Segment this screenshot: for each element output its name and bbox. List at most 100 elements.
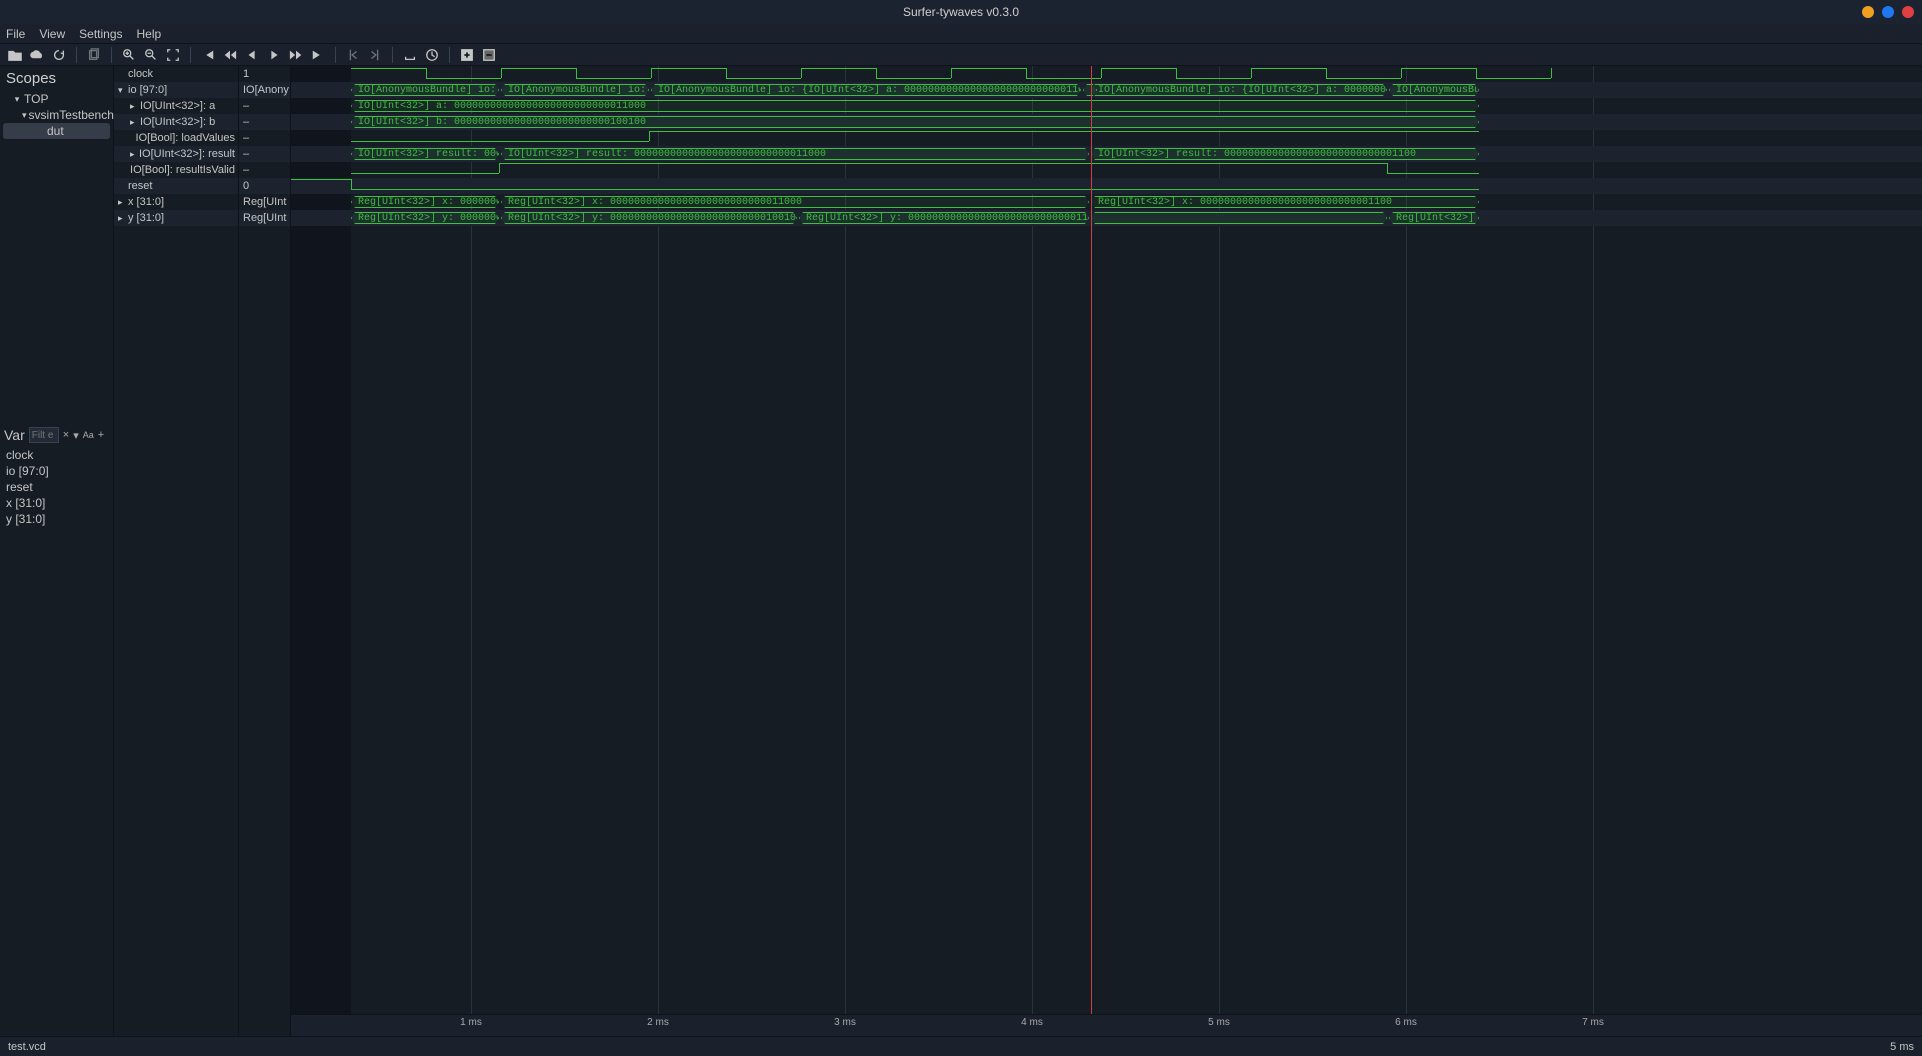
signal-names-column[interactable]: clock▾io [97:0]▸IO[UInt<32>]: a▸IO[UInt<… — [114, 66, 239, 1036]
vars-list[interactable]: clockio [97:0]resetx [31:0]y [31:0] — [0, 445, 113, 529]
zoom-out-icon[interactable] — [142, 46, 160, 64]
wave-row[interactable]: IO[UInt<32>] a: 000000000000000000000000… — [291, 98, 1922, 114]
bus-segment: IO[UInt<32>] a: 000000000000000000000000… — [351, 100, 1479, 112]
var-item[interactable]: y [31:0] — [6, 511, 107, 527]
bus-segment — [1091, 212, 1387, 224]
signal-name-row[interactable]: ▾io [97:0] — [114, 82, 238, 98]
bus-segment: Reg[UInt<32>] x: 00000000… — [351, 196, 499, 208]
ruler-tick: 5 ms — [1208, 1017, 1230, 1028]
left-panel: Scopes ▾TOP▾svsimTestbenchdut Var × ▾ Aa… — [0, 66, 114, 1036]
zoom-in-icon[interactable] — [120, 46, 138, 64]
scopes-tree[interactable]: ▾TOP▾svsimTestbenchdut — [0, 91, 113, 145]
spacer-icon[interactable] — [401, 46, 419, 64]
wave-row[interactable]: IO[AnonymousBundle] io: {…IO[AnonymousBu… — [291, 82, 1922, 98]
scope-item-dut[interactable]: dut — [3, 123, 110, 139]
var-item[interactable]: x [31:0] — [6, 495, 107, 511]
window-title: Surfer-tywaves v0.3.0 — [903, 5, 1019, 19]
vars-header: Var × ▾ Aa + — [0, 425, 113, 445]
titlebar: Surfer-tywaves v0.3.0 — [0, 0, 1922, 24]
statusbar: test.vcd 5 ms — [0, 1036, 1922, 1056]
cursor-prev-icon[interactable] — [344, 46, 362, 64]
signal-value-row: – — [239, 130, 290, 146]
signal-name-row[interactable]: ▸IO[UInt<32>]: a — [114, 98, 238, 114]
bus-segment: IO[AnonymousBun… — [1389, 84, 1479, 96]
menu-file[interactable]: File — [6, 27, 25, 41]
bus-segment: IO[UInt<32>] result: 0000000000000000000… — [501, 148, 1089, 160]
status-time: 5 ms — [1890, 1041, 1914, 1053]
maximize-button[interactable] — [1882, 6, 1894, 18]
add-var-icon[interactable]: + — [98, 429, 104, 441]
ruler-tick: 2 ms — [647, 1017, 669, 1028]
go-end-icon[interactable] — [309, 46, 327, 64]
ruler-tick: 7 ms — [1582, 1017, 1604, 1028]
signal-value-row: – — [239, 146, 290, 162]
zoom-fit-icon[interactable] — [164, 46, 182, 64]
wave-row[interactable]: IO[UInt<32>] b: 000000000000000000000000… — [291, 114, 1922, 130]
signal-name-row[interactable]: IO[Bool]: resultIsValid — [114, 162, 238, 178]
wave-row[interactable]: Reg[UInt<32>] x: 00000000…Reg[UInt<32>] … — [291, 194, 1922, 210]
time-ruler[interactable]: 1 ms2 ms3 ms4 ms5 ms6 ms7 ms — [291, 1014, 1922, 1036]
bus-segment: IO[AnonymousBundle] io: {IO[UInt<32>] a:… — [651, 84, 1081, 96]
wave-row[interactable] — [291, 66, 1922, 82]
go-start-icon[interactable] — [199, 46, 217, 64]
signal-value-row: IO[Anony — [239, 82, 290, 98]
bus-segment: IO[UInt<32>] result: 0000… — [351, 148, 499, 160]
remove-icon[interactable] — [480, 46, 498, 64]
bus-segment: IO[AnonymousBundle] io: {… — [501, 84, 649, 96]
var-item[interactable]: clock — [6, 447, 107, 463]
vars-section: Var × ▾ Aa + clockio [97:0]resetx [31:0]… — [0, 425, 113, 1036]
case-icon[interactable]: Aa — [83, 430, 94, 440]
step-back-icon[interactable] — [243, 46, 261, 64]
clear-filter-icon[interactable]: × — [63, 429, 69, 441]
waveform-area[interactable]: IO[AnonymousBundle] io: {…IO[AnonymousBu… — [291, 66, 1922, 1036]
wave-row[interactable] — [291, 162, 1922, 178]
bus-segment: IO[UInt<32>] result: 0000000000000000000… — [1091, 148, 1479, 160]
signal-name-row[interactable]: ▸IO[UInt<32>]: b — [114, 114, 238, 130]
rewind-icon[interactable] — [221, 46, 239, 64]
vars-label: Var — [4, 427, 25, 443]
bus-segment: Reg[UInt<32>] y… — [1389, 212, 1479, 224]
menu-settings[interactable]: Settings — [79, 27, 122, 41]
play-icon[interactable] — [265, 46, 283, 64]
ruler-tick: 1 ms — [460, 1017, 482, 1028]
wave-row[interactable] — [291, 130, 1922, 146]
main-area: Scopes ▾TOP▾svsimTestbenchdut Var × ▾ Aa… — [0, 66, 1922, 1036]
signal-name-row[interactable]: ▸x [31:0] — [114, 194, 238, 210]
bus-segment: Reg[UInt<32>] x: 00000000000000000000000… — [501, 196, 1089, 208]
signal-value-row: 1 — [239, 66, 290, 82]
signal-name-row[interactable]: ▸IO[UInt<32>]: result — [114, 146, 238, 162]
cursor-line[interactable] — [1091, 66, 1092, 1014]
signal-name-row[interactable]: IO[Bool]: loadValues — [114, 130, 238, 146]
signal-name-row[interactable]: ▸y [31:0] — [114, 210, 238, 226]
wave-row[interactable] — [291, 178, 1922, 194]
signal-name-row[interactable]: clock — [114, 66, 238, 82]
cursor-next-icon[interactable] — [366, 46, 384, 64]
scope-item-svsimtestbench[interactable]: ▾svsimTestbench — [0, 107, 113, 123]
signal-value-row: Reg[UInt — [239, 194, 290, 210]
reload-icon[interactable] — [50, 46, 68, 64]
bus-segment: Reg[UInt<32>] y: 00000000000000000000000… — [799, 212, 1089, 224]
menu-help[interactable]: Help — [137, 27, 162, 41]
vars-filter-input[interactable] — [29, 427, 59, 443]
menu-view[interactable]: View — [39, 27, 65, 41]
wave-row[interactable]: Reg[UInt<32>] y: 00000000…Reg[UInt<32>] … — [291, 210, 1922, 226]
filter-icon[interactable]: ▾ — [73, 429, 79, 442]
toolbar — [0, 44, 1922, 66]
bus-segment: Reg[UInt<32>] x: 00000000000000000000000… — [1091, 196, 1479, 208]
open-folder-icon[interactable] — [6, 46, 24, 64]
minimize-button[interactable] — [1862, 6, 1874, 18]
wave-row[interactable]: IO[UInt<32>] result: 0000…IO[UInt<32>] r… — [291, 146, 1922, 162]
var-item[interactable]: io [97:0] — [6, 463, 107, 479]
close-button[interactable] — [1902, 6, 1914, 18]
var-item[interactable]: reset — [6, 479, 107, 495]
copy-icon[interactable] — [85, 46, 103, 64]
fast-forward-icon[interactable] — [287, 46, 305, 64]
status-file: test.vcd — [8, 1041, 46, 1053]
ruler-tick: 3 ms — [834, 1017, 856, 1028]
clock-icon[interactable] — [423, 46, 441, 64]
bus-segment: IO[AnonymousBundle] io: {… — [351, 84, 499, 96]
signal-name-row[interactable]: reset — [114, 178, 238, 194]
scope-item-top[interactable]: ▾TOP — [0, 91, 113, 107]
cloud-icon[interactable] — [28, 46, 46, 64]
add-icon[interactable] — [458, 46, 476, 64]
